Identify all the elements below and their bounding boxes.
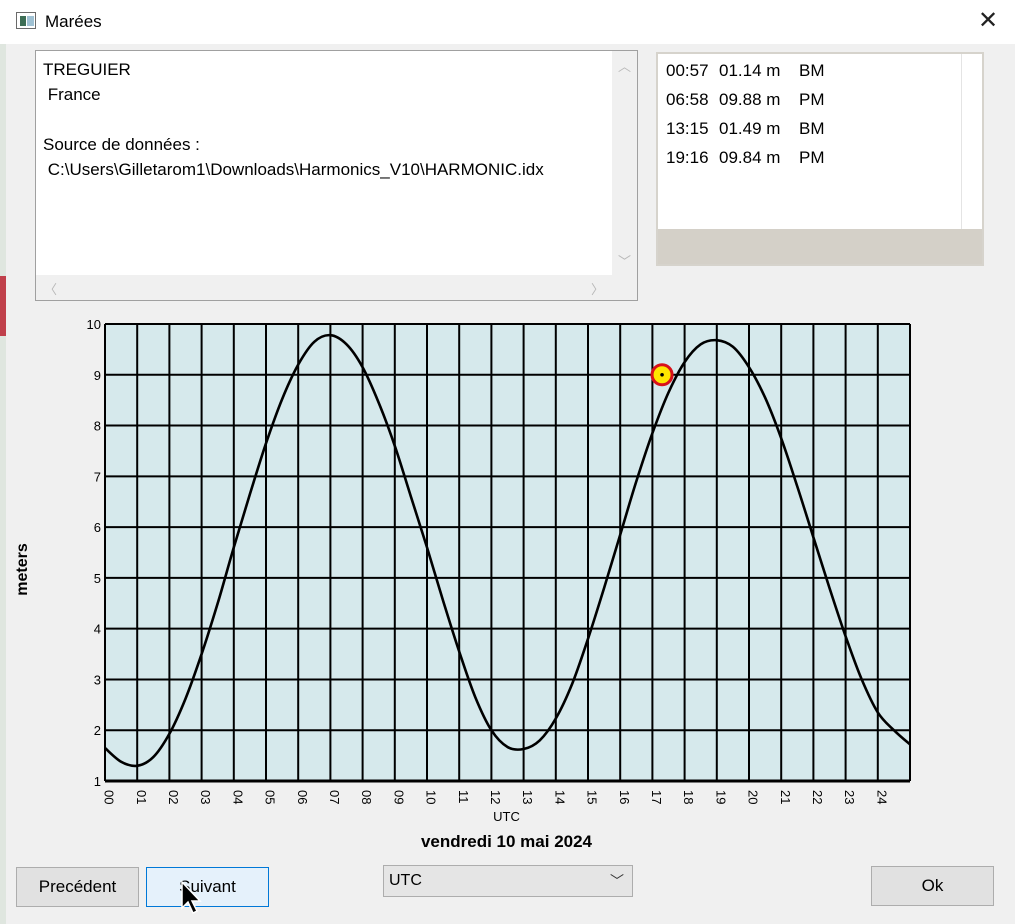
- tide-list-footer: [658, 229, 982, 264]
- vertical-scrollbar[interactable]: ︿ ﹀: [612, 51, 637, 275]
- tide-time: 06:58: [666, 90, 709, 109]
- previous-button[interactable]: Precédent: [16, 867, 139, 907]
- chevron-down-icon: ﹀: [610, 873, 624, 889]
- station-info-text: TREGUIER France Source de données : C:\U…: [43, 57, 544, 182]
- y-tick-label: 5: [94, 571, 101, 586]
- x-tick-label: 05: [263, 790, 278, 804]
- scroll-up-icon[interactable]: ︿: [618, 56, 631, 75]
- tide-height: 09.84 m: [719, 148, 781, 167]
- tide-list: 00:57 01.14 m BM 06:58 09.88 m PM 13:15 01.49 m…: [656, 52, 984, 266]
- x-tick-label: 20: [746, 790, 761, 804]
- y-tick-label: 10: [87, 317, 101, 332]
- x-tick-label: 07: [327, 790, 342, 804]
- y-tick-label: 6: [94, 520, 101, 535]
- plot-area: [105, 324, 910, 781]
- tide-time: 13:15: [666, 119, 709, 138]
- timezone-value: UTC: [389, 872, 422, 889]
- x-tick-label: 11: [456, 790, 471, 804]
- info-line: TREGUIER: [43, 60, 131, 79]
- x-tick-label: 00: [102, 790, 117, 804]
- y-tick-label: 1: [94, 774, 101, 789]
- scroll-left-icon[interactable]: 〈: [44, 279, 57, 298]
- tide-type: PM: [799, 90, 825, 109]
- tide-height: 01.49 m: [719, 119, 781, 138]
- tide-row[interactable]: 06:58 09.88 m PM: [666, 90, 825, 110]
- y-tick-label: 4: [94, 622, 101, 637]
- x-tick-label: 13: [520, 790, 535, 804]
- timezone-select[interactable]: UTC ﹀: [383, 865, 633, 897]
- y-tick-label: 9: [94, 368, 101, 383]
- ok-button[interactable]: Ok: [871, 866, 994, 906]
- date-label: vendredi 10 mai 2024: [420, 832, 593, 851]
- x-tick-label: 10: [424, 790, 439, 804]
- title-bar: [0, 0, 1015, 44]
- tide-type: BM: [799, 119, 825, 138]
- x-tick-label: 23: [842, 790, 857, 804]
- tide-time: 00:57: [666, 61, 709, 80]
- x-tick-label: 19: [713, 790, 728, 804]
- y-tick-label: 2: [94, 723, 101, 738]
- x-tick-label: 17: [649, 790, 664, 804]
- tide-type: PM: [799, 148, 825, 167]
- tide-time: 19:16: [666, 148, 709, 167]
- x-tick-label: 18: [681, 790, 696, 804]
- x-tick-label: 02: [166, 790, 181, 804]
- x-tick-label: 12: [488, 790, 503, 804]
- x-tick-label: 24: [874, 790, 889, 804]
- mouse-cursor-icon: [181, 880, 202, 915]
- info-line: Source de données :: [43, 135, 200, 154]
- tide-row[interactable]: 00:57 01.14 m BM: [666, 61, 825, 81]
- x-tick-label: 14: [552, 790, 567, 804]
- x-tick-label: 08: [359, 790, 374, 804]
- horizontal-scrollbar[interactable]: 〈 〉: [36, 275, 637, 300]
- x-tick-label: 06: [295, 790, 310, 804]
- close-icon[interactable]: ✕: [975, 8, 1001, 34]
- y-tick-label: 8: [94, 419, 101, 434]
- info-line: France: [43, 85, 101, 104]
- station-info-panel: TREGUIER France Source de données : C:\U…: [35, 50, 638, 301]
- x-tick-label: 22: [810, 790, 825, 804]
- tide-type: BM: [799, 61, 825, 80]
- x-tick-label: 15: [585, 790, 600, 804]
- x-tick-label: 09: [391, 790, 406, 804]
- tide-height: 01.14 m: [719, 61, 781, 80]
- x-tick-label: 03: [198, 790, 213, 804]
- info-line: C:\Users\Gilletarom1\Downloads\Harmonics…: [43, 160, 544, 179]
- y-tick-label: 3: [94, 672, 101, 687]
- y-axis-label: meters: [14, 543, 31, 596]
- window-title: Marées: [45, 12, 102, 31]
- info-line: [43, 107, 544, 132]
- tide-row[interactable]: 13:15 01.49 m BM: [666, 119, 825, 139]
- x-axis-label: UTC: [493, 809, 520, 824]
- x-tick-label: 16: [617, 790, 632, 804]
- y-tick-label: 7: [94, 469, 101, 484]
- x-tick-label: 21: [778, 790, 793, 804]
- scroll-right-icon[interactable]: 〉: [591, 279, 604, 298]
- next-button[interactable]: Suivant: [146, 867, 269, 907]
- scroll-down-icon[interactable]: ﹀: [618, 251, 631, 270]
- x-tick-label: 04: [230, 790, 245, 804]
- x-tick-label: 01: [134, 790, 149, 804]
- current-position-dot: [660, 372, 664, 377]
- tide-chart: 1234567891000 01 02 03 04 05 06 07 08 09 10 11 12 13 1…: [14, 317, 911, 824]
- app-icon: [16, 12, 36, 29]
- tide-row[interactable]: 19:16 09.84 m PM: [666, 148, 825, 168]
- tide-height: 09.88 m: [719, 90, 781, 109]
